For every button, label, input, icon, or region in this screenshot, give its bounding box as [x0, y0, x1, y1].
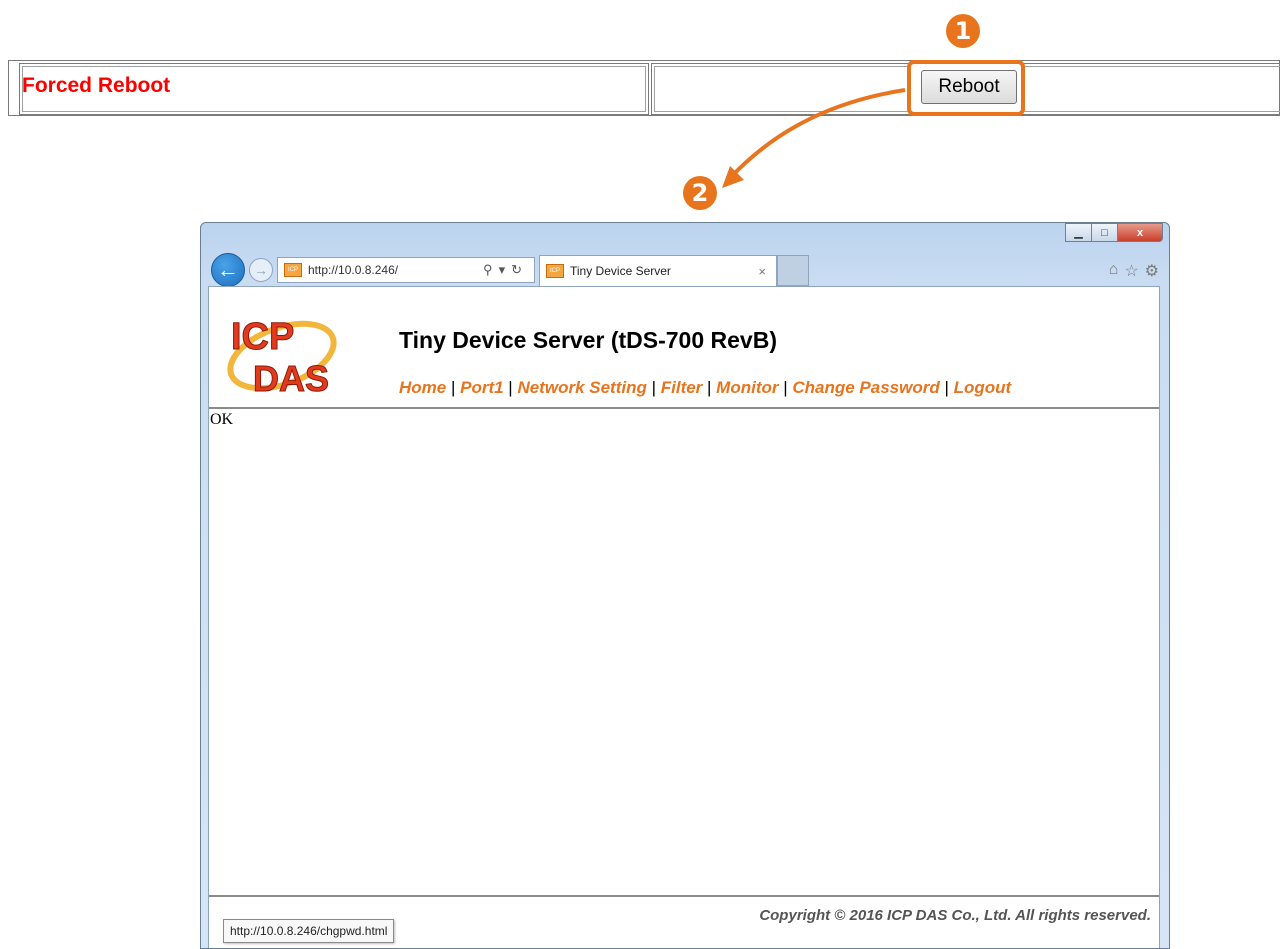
back-arrow-icon[interactable]: ← [211, 253, 245, 287]
tab-close-icon[interactable]: × [758, 264, 766, 279]
nav-filter[interactable]: Filter [661, 378, 703, 397]
window-controls: ▁ □ x [1065, 223, 1163, 242]
tab-title: Tiny Device Server [570, 264, 671, 278]
icpdas-logo: ICP DAS [227, 316, 337, 399]
nav-port1[interactable]: Port1 [460, 378, 503, 397]
new-tab-button[interactable] [777, 255, 809, 286]
gear-icon[interactable]: ⚙ [1145, 261, 1159, 281]
tab-tiny-device-server[interactable]: ICP Tiny Device Server × [539, 255, 777, 286]
response-text: OK [210, 411, 234, 428]
tab-favicon-icon: ICP [546, 264, 564, 278]
header-divider [209, 407, 1159, 409]
svg-text:ICP: ICP [231, 316, 294, 358]
nav-home[interactable]: Home [399, 378, 446, 397]
address-url: http://10.0.8.246/ [308, 263, 399, 277]
search-refresh-icon[interactable]: ⚲▾↻ [483, 262, 528, 278]
maximize-icon[interactable]: □ [1091, 223, 1118, 242]
forward-arrow-icon[interactable]: → [249, 258, 273, 282]
footer-divider [209, 895, 1159, 897]
main-nav: Home | Port1 | Network Setting | Filter … [399, 378, 1012, 397]
address-bar[interactable]: ICP http://10.0.8.246/ ⚲▾↻ [277, 257, 535, 283]
page-title: Tiny Device Server (tDS-700 RevB) [399, 327, 777, 353]
minimize-icon[interactable]: ▁ [1065, 223, 1092, 242]
site-favicon-icon: ICP [284, 263, 302, 277]
browser-toolbar-icons: ⌂ ☆ ⚙ [1109, 261, 1159, 281]
callout-arrow-icon [722, 88, 906, 188]
step-1-badge: 1 [946, 14, 980, 48]
home-icon[interactable]: ⌂ [1109, 261, 1119, 281]
page-content: ICP DAS Tiny Device Server (tDS-700 RevB… [208, 286, 1160, 948]
copyright-text: Copyright © 2016 ICP DAS Co., Ltd. All r… [759, 907, 1151, 924]
browser-window: ▁ □ x ← → ICP http://10.0.8.246/ ⚲▾↻ ICP… [200, 222, 1170, 949]
star-icon[interactable]: ☆ [1124, 261, 1138, 281]
svg-text:DAS: DAS [253, 358, 329, 399]
status-bar-url: http://10.0.8.246/chgpwd.html [223, 919, 395, 943]
nav-monitor[interactable]: Monitor [716, 378, 778, 397]
nav-network-setting[interactable]: Network Setting [517, 378, 646, 397]
close-icon[interactable]: x [1117, 223, 1163, 242]
forced-reboot-label: Forced Reboot [22, 74, 171, 97]
nav-change-password[interactable]: Change Password [792, 378, 939, 397]
nav-logout[interactable]: Logout [954, 378, 1012, 397]
reboot-button[interactable]: Reboot [921, 70, 1017, 104]
